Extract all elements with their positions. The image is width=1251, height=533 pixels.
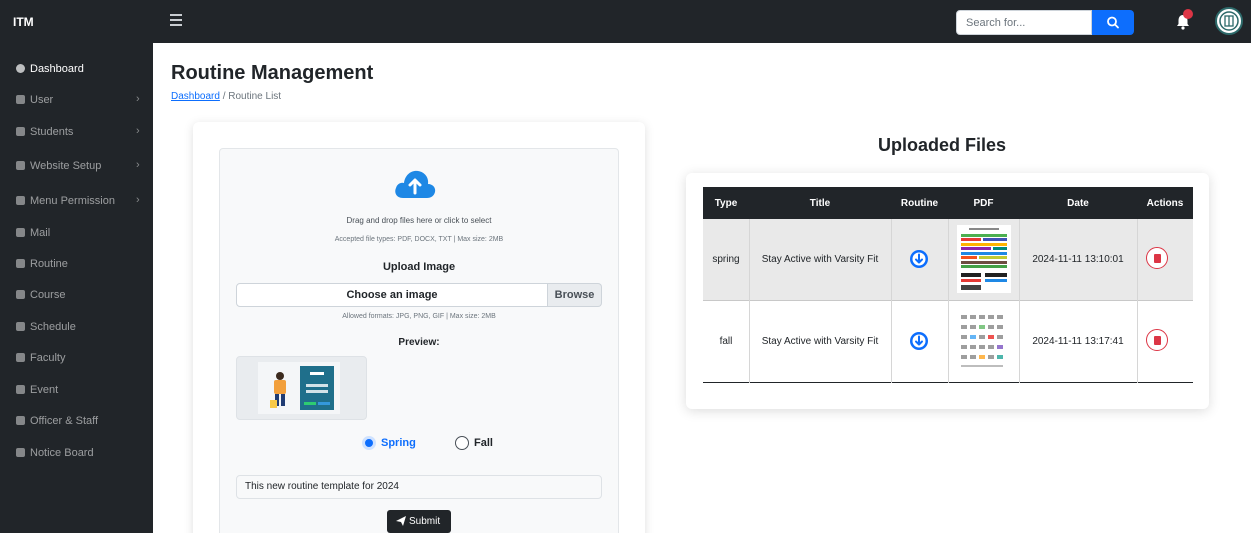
calendar-icon bbox=[16, 385, 25, 394]
radio-checked-icon bbox=[362, 436, 376, 450]
sidebar-item-students[interactable]: Students › bbox=[0, 121, 153, 145]
header-title: Title bbox=[809, 198, 831, 209]
preview-thumbnail bbox=[258, 362, 340, 414]
pdf-thumbnail[interactable] bbox=[957, 307, 1011, 375]
gear-icon bbox=[16, 161, 25, 170]
breadcrumb: Dashboard / Routine List bbox=[171, 91, 281, 102]
delete-button[interactable] bbox=[1146, 247, 1168, 269]
search-button[interactable] bbox=[1092, 10, 1134, 35]
upload-image-label: Upload Image bbox=[382, 261, 456, 273]
dashboard-icon bbox=[16, 64, 25, 73]
uploaded-files-title: Uploaded Files bbox=[878, 135, 1007, 155]
breadcrumb-current: Routine List bbox=[228, 91, 282, 102]
header-date: Date bbox=[1067, 198, 1089, 209]
chalkboard-icon bbox=[16, 353, 25, 362]
sidebar-item-user[interactable]: User › bbox=[0, 89, 153, 113]
allowed-formats-text: Allowed formats: JPG, PNG, GIF | Max siz… bbox=[342, 313, 496, 320]
cell-title: Stay Active with Varsity Fit bbox=[761, 254, 879, 265]
table-row: fall Stay Active with Varsity Fit 2024-1… bbox=[703, 301, 1193, 383]
notification-badge bbox=[1183, 9, 1193, 19]
book-icon bbox=[16, 290, 25, 299]
header-routine: Routine bbox=[900, 198, 939, 209]
lock-icon bbox=[16, 196, 25, 205]
sidebar-item-dashboard[interactable]: Dashboard bbox=[0, 58, 153, 82]
pin-icon bbox=[16, 448, 25, 457]
sidebar: Dashboard User › Students › Website Setup ›… bbox=[0, 43, 153, 533]
chevron-right-icon: › bbox=[136, 93, 140, 105]
routine-icon bbox=[16, 259, 25, 268]
table-row: spring Stay Active with Varsity Fit 2024… bbox=[703, 219, 1193, 301]
browse-button[interactable]: Browse bbox=[548, 283, 602, 307]
download-circle-icon[interactable] bbox=[909, 249, 929, 269]
accepted-file-types: Accepted file types: PDF, DOCX, TXT | Ma… bbox=[334, 236, 504, 243]
page-title: Routine Management bbox=[171, 62, 374, 84]
search-input[interactable]: Search for... bbox=[956, 10, 1092, 35]
search-icon bbox=[1107, 16, 1119, 29]
choose-image-input[interactable]: Choose an image bbox=[236, 283, 548, 307]
chevron-right-icon: › bbox=[136, 159, 140, 171]
submit-button[interactable]: Submit bbox=[387, 510, 451, 533]
avatar[interactable] bbox=[1215, 7, 1243, 35]
sidebar-item-event[interactable]: Event bbox=[0, 379, 153, 403]
sidebar-item-website-setup[interactable]: Website Setup › bbox=[0, 155, 153, 179]
students-icon bbox=[16, 127, 25, 136]
paper-plane-icon bbox=[396, 516, 406, 526]
mail-icon bbox=[16, 228, 25, 237]
trash-icon bbox=[1154, 254, 1161, 263]
dropzone-text: Drag and drop files here or click to sel… bbox=[346, 216, 492, 225]
clock-icon bbox=[16, 322, 25, 331]
pdf-thumbnail[interactable] bbox=[957, 225, 1011, 293]
sidebar-item-menu-permission[interactable]: Menu Permission › bbox=[0, 190, 153, 214]
header-type: Type bbox=[714, 198, 738, 209]
sidebar-item-schedule[interactable]: Schedule bbox=[0, 316, 153, 340]
breadcrumb-dashboard-link[interactable]: Dashboard bbox=[171, 91, 220, 102]
id-card-icon bbox=[16, 416, 25, 425]
cell-date: 2024-11-11 13:10:01 bbox=[1032, 254, 1124, 265]
top-navbar: ITM Search for... bbox=[0, 0, 1251, 43]
cloud-upload-icon[interactable] bbox=[392, 164, 438, 204]
chevron-right-icon: › bbox=[136, 194, 140, 206]
delete-button[interactable] bbox=[1146, 329, 1168, 351]
sidebar-item-routine[interactable]: Routine bbox=[0, 253, 153, 277]
menu-toggle-icon[interactable] bbox=[170, 14, 182, 26]
sidebar-item-notice-board[interactable]: Notice Board bbox=[0, 442, 153, 466]
chevron-right-icon: › bbox=[136, 125, 140, 137]
cell-type: fall bbox=[719, 336, 733, 347]
trash-icon bbox=[1154, 336, 1161, 345]
sidebar-item-officer-staff[interactable]: Officer & Staff bbox=[0, 410, 153, 434]
cell-type: spring bbox=[712, 254, 740, 265]
radio-unchecked-icon bbox=[455, 436, 469, 450]
header-pdf: PDF bbox=[973, 198, 994, 209]
download-circle-icon[interactable] bbox=[909, 331, 929, 351]
sidebar-item-course[interactable]: Course bbox=[0, 284, 153, 308]
cell-date: 2024-11-11 13:17:41 bbox=[1032, 336, 1124, 347]
sidebar-item-mail[interactable]: Mail bbox=[0, 222, 153, 246]
preview-label: Preview: bbox=[398, 337, 440, 348]
description-input[interactable]: This new routine template for 2024 bbox=[236, 475, 602, 499]
brand-logo-text[interactable]: ITM bbox=[13, 15, 34, 29]
university-seal-icon bbox=[1219, 11, 1239, 31]
sidebar-item-faculty[interactable]: Faculty bbox=[0, 347, 153, 371]
users-icon bbox=[16, 95, 25, 104]
header-actions: Actions bbox=[1146, 198, 1184, 209]
breadcrumb-separator: / bbox=[222, 91, 226, 102]
cell-title: Stay Active with Varsity Fit bbox=[761, 336, 879, 347]
table-header: Type Title Routine PDF Date Actions bbox=[703, 187, 1193, 219]
